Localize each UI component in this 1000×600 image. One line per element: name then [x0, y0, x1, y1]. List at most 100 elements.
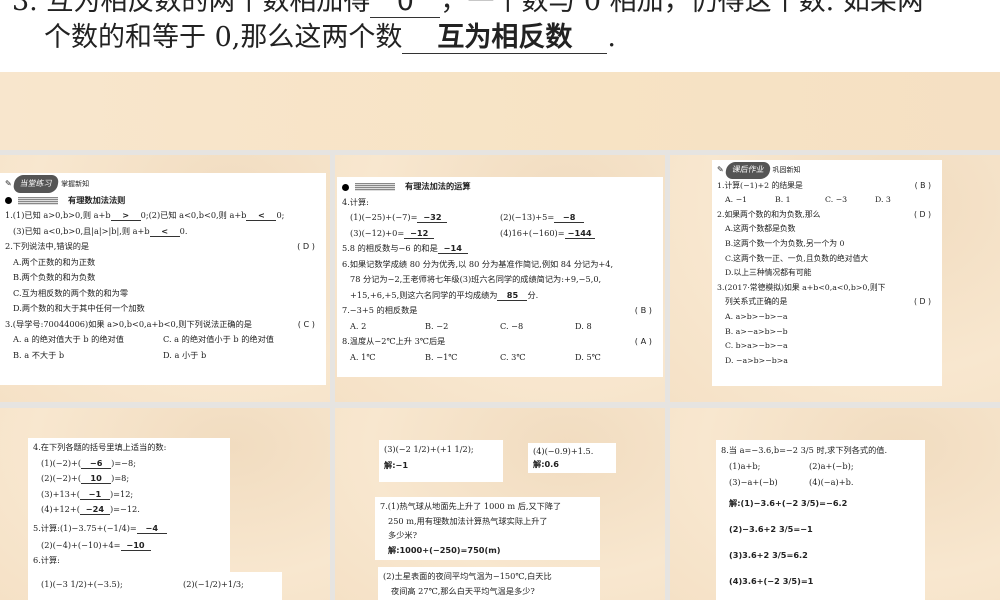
section-title: 有理数加法法则: [68, 194, 126, 205]
solution: (4)3.6+(−2 3/5)=1: [729, 576, 814, 586]
answer: −4: [136, 523, 167, 534]
option: C. 3℃: [500, 351, 526, 362]
solution: 解:1000+(−250)=750(m): [388, 544, 501, 555]
bar-icon: [355, 183, 395, 191]
q-text: )=−8;: [111, 457, 137, 468]
option: B. −2: [425, 320, 449, 331]
section-title: 有理法加法的运算: [405, 181, 471, 191]
section-badge: 课后作业: [724, 162, 772, 179]
line1-text: 3. 互为相反数的两个数相加得: [12, 0, 371, 17]
q-text: 0.: [179, 225, 188, 236]
q-text: 5.计算:(1)−3.75+(−1/4)=: [33, 522, 137, 533]
answer-blank: 互为相反数: [402, 23, 608, 54]
slide-thumbnail-6[interactable]: 8.当 a=−3.6,b=−2 3/5 时,求下列各式的值. (1)a+b; (2…: [670, 408, 1000, 600]
answer: −24: [79, 504, 110, 515]
option: C.这两个数一正、一负,且负数的绝对值大: [725, 253, 869, 263]
q-text: 1.计算(−1)+2 的结果是: [717, 180, 803, 190]
q-text: (2)(−4)+(−10)+4=: [41, 539, 121, 550]
q-text: 3.(2017·常德模拟)如果 a+b<0,a<0,b>0,则下: [717, 282, 886, 292]
worksheet-card: (3)(−2 1/2)+(+1 1/2); 解:−1: [379, 440, 503, 482]
q-text: (3)(−2 1/2)+(+1 1/2);: [384, 444, 474, 454]
option: A. −1: [725, 195, 748, 205]
worksheet-card: (2)土星表面的夜间平均气温为−150℃,白天比 夜间高 27℃,那么白天平均气…: [378, 567, 600, 600]
badge-subtitle: 巩固新知: [772, 166, 801, 174]
q-text: 7.−3+5 的相反数是: [342, 305, 418, 315]
q-text: 0;(2)已知 a<0,b<0,则 a+b: [140, 210, 247, 220]
answer: 10: [81, 473, 112, 484]
q-text: 夜间高 27℃,那么白天平均气温是多少?: [391, 585, 535, 596]
slide-thumbnail-5[interactable]: (3)(−2 1/2)+(+1 1/2); 解:−1 (4)(−0.9)+1.5…: [335, 408, 665, 600]
option: D. 8: [575, 320, 592, 331]
option: D. a 小于 b: [163, 349, 207, 360]
q-text: 78 分记为−2,王老师将七年级(3)班六名同学的成绩简记为:+9,−5,0,: [350, 274, 602, 284]
line1-text-end: ，一个数与 0 相加，仍得这个数. 如果两: [440, 0, 924, 17]
option: A.这两个数都是负数: [725, 224, 796, 234]
bar-icon: [18, 196, 58, 205]
worksheet-card: ✎ 当堂练习 掌握新知 有理数加法法则 1.(1)已知 a>0,b>0,则 a+…: [0, 173, 326, 385]
q-text: 8.当 a=−3.6,b=−2 3/5 时,求下列各式的值.: [721, 445, 888, 455]
q-text: (4)+12+(: [41, 504, 80, 514]
option: C. −3: [825, 195, 848, 205]
q-text: 2.下列说法中,错误的是: [5, 241, 90, 251]
q-text: )=12;: [109, 488, 134, 499]
q-text: (1)(−2)+(: [41, 457, 82, 468]
q-text: 7.(1)热气球从地面先上升了 1000 m 后,又下降了: [380, 501, 562, 511]
line2-text: 个数的和等于 0,那么这两个数: [44, 22, 403, 53]
answer: −12: [404, 228, 435, 239]
option: D.以上三种情况都有可能: [725, 268, 812, 278]
option: D.两个数的和大于其中任何一个加数: [13, 303, 145, 313]
q-text: (3)+13+(: [41, 488, 80, 499]
slide-thumbnail-2[interactable]: 有理法加法的运算 4.计算: (1)(−25)+(−7)= −32 (2)(−13)…: [335, 155, 665, 402]
option: A.两个正数的和为正数: [13, 256, 96, 267]
option: C. a 的绝对值小于 b 的绝对值: [163, 334, 274, 344]
option: D. −a>b>−b>a: [725, 355, 788, 365]
q-text: 3.(导学号:70044006)如果 a>0,b<0,a+b<0,则下列说法正确…: [5, 318, 252, 329]
answer: >: [110, 210, 141, 221]
worksheet-card: 8.当 a=−3.6,b=−2 3/5 时,求下列各式的值. (1)a+b; (2…: [716, 440, 925, 600]
worksheet-card: ✎ 课后作业 巩固新知 1.计算(−1)+2 的结果是 ( B ) A. −1 B.…: [712, 160, 942, 386]
q-text: (2)a+(−b);: [809, 461, 854, 471]
answer: 85: [497, 290, 528, 301]
q-text: 6.计算:: [33, 555, 60, 565]
option: D. 3: [875, 195, 891, 205]
q-text: 5.8 的相反数与−6 的和是: [342, 243, 438, 253]
answer: −8: [554, 212, 585, 223]
q-text: )=−12.: [109, 504, 140, 514]
worksheet-card: (1)(−3 1/2)+(−3.5); (2)(−1/2)+1/3;: [28, 572, 282, 600]
q-text: )=8;: [111, 473, 130, 483]
answer: <: [246, 210, 277, 221]
q-text: (3)(−12)+0=: [350, 227, 405, 238]
beige-band: [0, 72, 1000, 150]
answer: −10: [120, 540, 151, 551]
worksheet-card: 7.(1)热气球从地面先上升了 1000 m 后,又下降了 250 m,用有理数…: [375, 497, 600, 560]
solution: (3)3.6+2 3/5=6.2: [729, 550, 808, 560]
option: A. 2: [350, 320, 367, 331]
line2-period: .: [607, 22, 616, 53]
q-text: (1)a+b;: [729, 461, 761, 471]
answer: ( B ): [914, 180, 931, 190]
slide-thumbnail-4[interactable]: 4.在下列各题的括号里填上适当的数: (1)(−2)+(−6)=−8; (2)(…: [0, 408, 330, 600]
q-text: (4)(−0.9)+1.5.: [533, 446, 594, 456]
q-text: (2)(−1/2)+1/3;: [183, 579, 244, 589]
bullet-icon: [342, 183, 349, 191]
solution: 解:0.6: [533, 459, 559, 469]
answer: ( A ): [634, 336, 652, 346]
q-text: (2)(−13)+5=: [500, 212, 555, 222]
option: B. a 不大于 b: [13, 349, 65, 360]
option: B. 1: [775, 195, 791, 205]
notebook-icon: ✎: [717, 165, 724, 174]
q-text: 2.如果两个数的和为负数,那么: [717, 209, 821, 219]
q-text: (3)−a+(−b): [729, 477, 778, 487]
solution: 解:−1: [384, 459, 409, 470]
answer: −14: [437, 243, 468, 254]
slide-thumbnail-3[interactable]: ✎ 课后作业 巩固新知 1.计算(−1)+2 的结果是 ( B ) A. −1 B.…: [670, 155, 1000, 402]
answer: ( D ): [913, 209, 931, 219]
option: B.两个负数的和为负数: [13, 272, 96, 282]
slide-thumbnail-1[interactable]: ✎ 当堂练习 掌握新知 有理数加法法则 1.(1)已知 a>0,b>0,则 a+…: [0, 155, 330, 402]
answer: <: [149, 226, 180, 237]
answer: −6: [81, 458, 112, 469]
q-text: 4.计算:: [342, 196, 369, 207]
q-text: 8.温度从−2℃上升 3℃后是: [342, 336, 446, 346]
answer: ( D ): [913, 297, 931, 307]
worksheet-card: (4)(−0.9)+1.5. 解:0.6: [528, 443, 616, 473]
